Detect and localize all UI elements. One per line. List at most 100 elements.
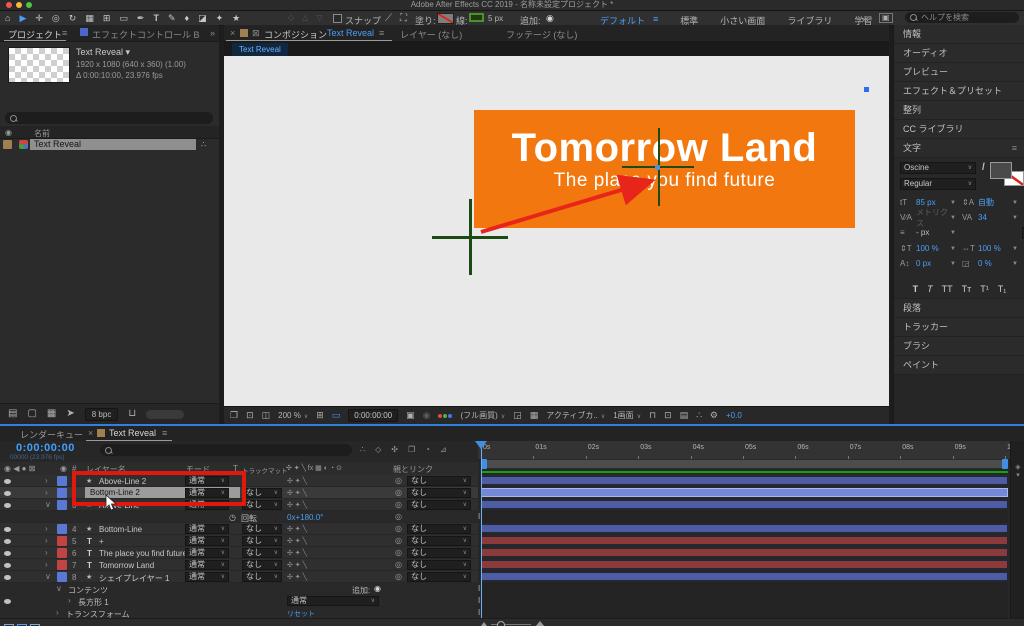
layer-expand-chevron[interactable]: ∨ xyxy=(45,500,51,509)
playhead-marker[interactable] xyxy=(475,441,487,449)
rotation-tool-icon[interactable]: ↻ xyxy=(69,13,77,24)
layer-switches[interactable]: ✣ ✦ ╲ xyxy=(287,549,307,557)
project-search-field[interactable] xyxy=(5,112,213,124)
timeline-track-row[interactable]: I xyxy=(481,511,1008,523)
section-オーディオ[interactable]: オーディオ xyxy=(894,44,1024,63)
roto-brush-tool-icon[interactable]: ✦ xyxy=(216,13,224,24)
layer-row-7[interactable]: ›7TTomorrow Land通常∨なし∨✣ ✦ ╲◎なし∨ xyxy=(0,559,478,571)
work-area-bar[interactable] xyxy=(481,459,1008,469)
layer-expand-chevron[interactable]: › xyxy=(45,524,48,533)
add-icon[interactable]: ◉ xyxy=(546,13,554,24)
group-expand-chevron[interactable]: ∨ xyxy=(56,584,62,593)
tab-footage[interactable]: フッテージ (なし) xyxy=(506,28,577,41)
layer-parent-dropdown[interactable]: なし∨ xyxy=(407,476,471,486)
layer-label-chip[interactable] xyxy=(57,572,67,582)
layer-label-chip[interactable] xyxy=(57,536,67,546)
exposure-value[interactable]: +0.0 xyxy=(726,411,742,420)
timeline-track-row[interactable] xyxy=(481,487,1008,499)
layer-switches[interactable]: ✣ ✦ ╲ xyxy=(287,525,307,533)
layer-trkmat-dropdown[interactable]: なし∨ xyxy=(242,488,282,498)
baseline-shift-value[interactable]: 0 px xyxy=(916,259,950,268)
layer-switches[interactable]: ✣ ✦ ╲ xyxy=(287,561,307,569)
workspace-overflow-icon[interactable]: » xyxy=(862,14,867,24)
timeline-track-row[interactable] xyxy=(481,571,1008,583)
add-icon[interactable]: ◉ xyxy=(374,584,381,593)
layer-row-5[interactable]: ›5T+通常∨なし∨✣ ✦ ╲◎なし∨ xyxy=(0,535,478,547)
layer-trkmat-dropdown[interactable]: なし∨ xyxy=(242,524,282,534)
layer-duration-bar[interactable] xyxy=(481,488,1008,497)
snap-checkbox[interactable] xyxy=(333,14,342,23)
time-ruler[interactable]: 0s01s02s03s04s05s06s07s08s09s10s xyxy=(478,441,1010,460)
draft-3d-icon[interactable]: ◇ xyxy=(375,445,381,454)
snapshot-icon[interactable]: ▣ xyxy=(406,411,415,420)
timeline-search-field[interactable] xyxy=(100,444,352,456)
lock-icon[interactable]: ⊠ xyxy=(252,28,260,39)
layer-parent-dropdown[interactable]: なし∨ xyxy=(407,524,471,534)
character-menu-icon[interactable]: ≡ xyxy=(1012,139,1017,157)
layer-trkmat-dropdown[interactable]: なし∨ xyxy=(242,500,282,510)
comp-marker-icon[interactable]: ◈ xyxy=(1011,463,1024,471)
playhead-line[interactable] xyxy=(481,441,482,618)
section-情報[interactable]: 情報 xyxy=(894,25,1024,44)
project-item-name[interactable]: Text Reveal xyxy=(30,139,196,150)
interpret-footage-icon[interactable]: ▤ xyxy=(8,409,17,419)
parent-pickwhip-icon[interactable]: ◎ xyxy=(395,476,402,485)
snap-angle-icon[interactable]: ⟋ xyxy=(385,14,392,24)
layer-parent-dropdown[interactable]: なし∨ xyxy=(407,560,471,570)
group-row-contents[interactable]: ∨コンテンツ追加:◉ xyxy=(0,583,478,595)
layer-row-4[interactable]: ›4★Bottom-Line通常∨なし∨✣ ✦ ╲◎なし∨ xyxy=(0,523,478,535)
layer-trkmat-dropdown[interactable]: なし∨ xyxy=(242,548,282,558)
camera-dropdown[interactable]: アクティブカ..∨ xyxy=(546,410,605,421)
layer-switches[interactable]: ✣ ✦ ╲ xyxy=(287,477,307,485)
viewer-timecode[interactable]: 0:00:00:00 xyxy=(348,409,398,422)
parent-pickwhip-icon[interactable]: ◎ xyxy=(395,500,402,509)
layer-mode-dropdown[interactable]: 通常∨ xyxy=(185,536,229,546)
timeline-track-row[interactable]: I xyxy=(481,583,1008,595)
work-area-end-handle[interactable] xyxy=(1002,459,1008,469)
mini-flowchart-icon[interactable]: ∴ xyxy=(696,411,702,420)
current-timecode[interactable]: 0:00:00:00 xyxy=(16,442,75,454)
brush-tool-icon[interactable]: ✎ xyxy=(168,13,176,24)
transform-expand-chevron[interactable]: › xyxy=(56,608,59,617)
viewer-tab-menu-icon[interactable]: ≡ xyxy=(379,28,384,38)
layer-mode-dropdown[interactable]: 通常∨ xyxy=(185,524,229,534)
layer-trkmat-dropdown[interactable]: なし∨ xyxy=(242,572,282,582)
section-プレビュー[interactable]: プレビュー xyxy=(894,63,1024,82)
layer-duration-bar[interactable] xyxy=(481,572,1008,581)
horizontal-scale-value[interactable]: 100 % xyxy=(978,244,1012,253)
vertical-scale-value[interactable]: 100 % xyxy=(916,244,950,253)
stroke-width-value[interactable]: - px xyxy=(916,228,950,237)
layer-duration-bar[interactable] xyxy=(481,560,1008,569)
stroke-color-swatch[interactable] xyxy=(469,13,484,22)
parent-pickwhip-icon[interactable]: ◎ xyxy=(395,488,402,497)
layer-visibility-eye-icon[interactable] xyxy=(4,539,11,544)
type-style-button-1[interactable]: T xyxy=(927,284,933,294)
layer-parent-dropdown[interactable]: なし∨ xyxy=(407,536,471,546)
eyedropper-icon[interactable]: / xyxy=(982,162,985,173)
layer-mode-dropdown[interactable]: 通常∨ xyxy=(185,560,229,570)
view-layout-dropdown[interactable]: 1画面∨ xyxy=(613,410,641,421)
region-of-interest-icon[interactable]: ◲ xyxy=(513,411,522,420)
property-row-rotation[interactable]: ◷回転0x+180.0°◎ xyxy=(0,511,478,523)
layer-label-chip[interactable] xyxy=(57,524,67,534)
puppet-pin-tool-icon[interactable]: ★ xyxy=(232,13,240,24)
section-ブラシ[interactable]: ブラシ xyxy=(894,337,1024,356)
trash-icon[interactable]: ⊔ xyxy=(128,409,136,419)
parent-pickwhip-icon[interactable]: ◎ xyxy=(395,512,402,521)
parent-pickwhip-icon[interactable]: ◎ xyxy=(395,524,402,533)
parent-pickwhip-icon[interactable]: ◎ xyxy=(395,536,402,545)
type-tool-icon[interactable]: T xyxy=(153,13,159,23)
layer-mode-dropdown[interactable]: 通常∨ xyxy=(185,548,229,558)
layer-row-8[interactable]: ∨8★シェイプレイヤー 1通常∨なし∨✣ ✦ ╲◎なし∨ xyxy=(0,571,478,583)
parent-pickwhip-icon[interactable]: ◎ xyxy=(395,572,402,581)
panel-overflow-icon[interactable]: » xyxy=(210,28,215,38)
multi-view-icon[interactable]: ❐ xyxy=(230,411,238,420)
magnification-icon[interactable]: ◫ xyxy=(262,411,271,420)
tab-layer[interactable]: レイヤー (なし) xyxy=(400,28,462,41)
comp-name[interactable]: Text Reveal ▾ xyxy=(76,47,130,58)
close-tab-icon[interactable]: × xyxy=(88,428,93,438)
pen-tool-icon[interactable]: ✒ xyxy=(137,13,145,24)
project-tab-menu-icon[interactable]: ≡ xyxy=(62,28,67,38)
layer-visibility-eye-icon[interactable] xyxy=(4,527,11,532)
project-item-row[interactable]: Text Reveal ∴ xyxy=(0,138,219,151)
